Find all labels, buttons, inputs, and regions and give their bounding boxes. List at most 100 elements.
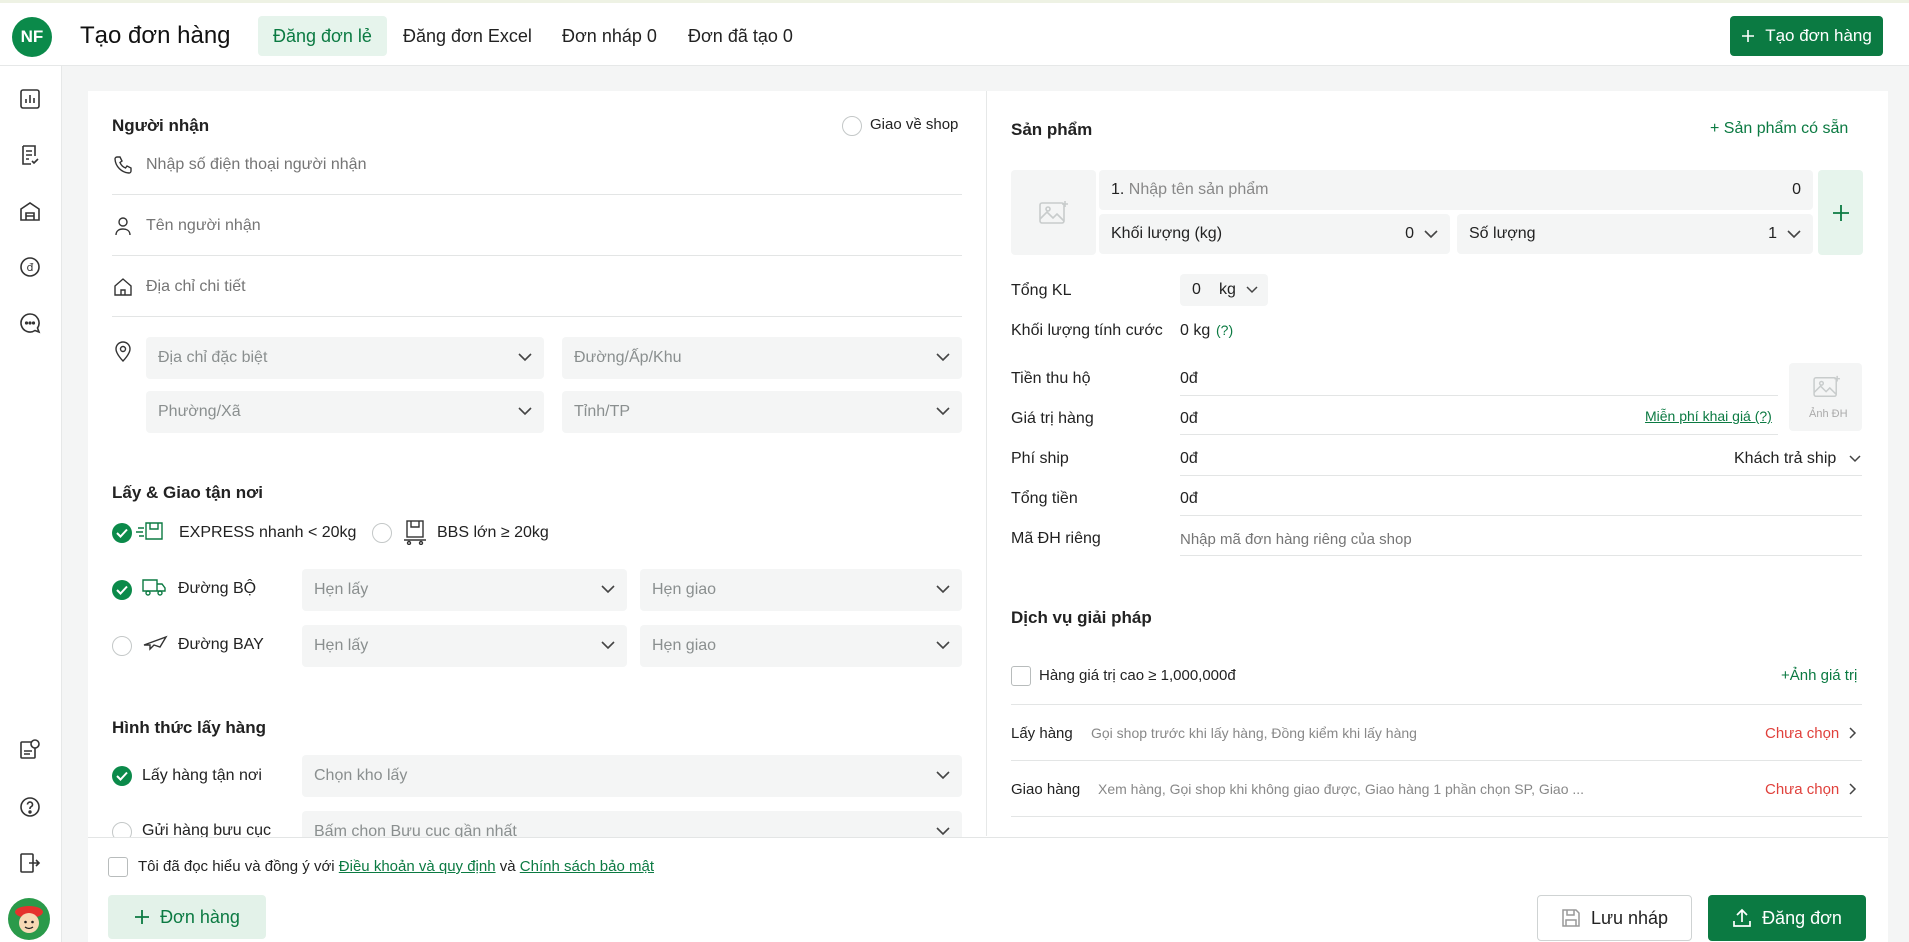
road-delivery-time-label: Hẹn giao	[652, 581, 717, 598]
total-value: 0đ	[1180, 490, 1198, 507]
road-delivery-time-select[interactable]: Hẹn giao	[640, 569, 962, 611]
check-icon	[116, 528, 128, 538]
quantity-label: Số lượng	[1469, 225, 1536, 242]
bbs-cart-icon	[404, 520, 426, 545]
total-label: Tổng tiền	[1011, 490, 1078, 507]
plus-icon: +	[1710, 120, 1724, 137]
goods-value-value[interactable]: 0đ	[1180, 410, 1198, 428]
avatar[interactable]	[8, 898, 50, 940]
tab-single-order[interactable]: Đăng đơn lẻ	[258, 16, 387, 56]
pickup-at-door-radio[interactable]	[112, 766, 132, 786]
logo[interactable]: NF	[12, 17, 52, 57]
phone-input[interactable]	[146, 150, 956, 180]
province-select[interactable]: Tỉnh/TP	[562, 391, 962, 433]
ship-payer-select[interactable]: Khách trả ship	[1734, 450, 1861, 468]
bbs-radio[interactable]	[372, 523, 392, 543]
air-radio[interactable]	[112, 636, 132, 656]
chevron-down-icon	[1787, 230, 1801, 239]
product-name-field[interactable]: 1. Nhập tên sản phẩm 0	[1099, 170, 1813, 210]
delivery-service-label: Giao hàng	[1011, 781, 1081, 798]
submit-order-button[interactable]: Đăng đơn	[1708, 895, 1866, 941]
street-select[interactable]: Đường/Ấp/Khu	[562, 337, 962, 379]
delivery-service-desc: Xem hàng, Gọi shop khi không giao được, …	[1098, 781, 1585, 797]
order-photo-box[interactable]: Ảnh ĐH	[1789, 363, 1862, 431]
own-code-input[interactable]	[1180, 525, 1860, 553]
logout-icon[interactable]	[15, 848, 45, 878]
free-declare-link[interactable]: Miễn phí khai giá (?)	[1645, 408, 1772, 424]
charge-weight-label: Khối lượng tính cước	[1011, 322, 1163, 339]
tab-drafts[interactable]: Đơn nháp 0	[547, 16, 672, 56]
chevron-right-icon	[1849, 727, 1857, 739]
chevron-right-icon	[1849, 783, 1857, 795]
ward-select[interactable]: Phường/Xã	[146, 391, 544, 433]
plus-icon	[1742, 30, 1755, 42]
help-icon[interactable]	[15, 792, 45, 822]
road-pickup-time-label: Hẹn lấy	[314, 581, 369, 598]
terms-link[interactable]: Điều khoản và quy định	[339, 858, 496, 875]
product-index: 1.	[1111, 181, 1125, 198]
warehouse-icon[interactable]	[15, 196, 45, 226]
pickup-service-desc: Gọi shop trước khi lấy hàng, Đồng kiểm k…	[1091, 725, 1417, 741]
road-label: Đường BỘ	[178, 580, 257, 597]
province-label: Tỉnh/TP	[574, 403, 631, 420]
truck-icon	[142, 579, 166, 596]
agree-checkbox[interactable]	[108, 857, 128, 877]
warehouse-select[interactable]: Chọn kho lấy	[302, 755, 962, 797]
location-pin-icon	[115, 341, 131, 362]
tab-created-orders[interactable]: Đơn đã tạo 0	[673, 16, 808, 56]
top-bar: NF Tạo đơn hàng Đăng đơn lẻ Đăng đơn Exc…	[0, 0, 1909, 66]
delivery-service-status[interactable]: Chưa chọn	[1765, 781, 1839, 798]
add-order-button[interactable]: Đơn hàng	[108, 895, 266, 939]
special-address-select[interactable]: Địa chỉ đặc biệt	[146, 337, 544, 379]
available-products-link[interactable]: + Sản phẩm có sẵn	[1710, 120, 1848, 138]
air-pickup-time-select[interactable]: Hẹn lấy	[302, 625, 627, 667]
image-icon	[1038, 200, 1068, 224]
money-icon[interactable]: đ	[15, 252, 45, 282]
image-icon	[1813, 375, 1840, 397]
plus-icon	[135, 910, 150, 924]
save-icon	[1562, 909, 1580, 927]
agree-text: Tôi đã đọc hiểu và đồng ý với Điều khoản…	[138, 858, 654, 875]
warehouse-select-label: Chọn kho lấy	[314, 767, 408, 784]
road-pickup-time-select[interactable]: Hẹn lấy	[302, 569, 627, 611]
total-weight-unit-select[interactable]: 0 kg	[1180, 274, 1268, 306]
product-name-placeholder: Nhập tên sản phẩm	[1128, 181, 1269, 198]
services-section-title: Dịch vụ giải pháp	[1011, 608, 1152, 627]
home-icon	[114, 278, 132, 296]
tab-excel-order[interactable]: Đăng đơn Excel	[388, 16, 547, 56]
products-section-title: Sản phẩm	[1011, 120, 1093, 139]
divider	[112, 255, 962, 256]
pickup-service-status[interactable]: Chưa chọn	[1765, 725, 1839, 742]
own-code-label: Mã ĐH riêng	[1011, 530, 1101, 547]
value-photo-link[interactable]: +Ảnh giá trị	[1781, 667, 1857, 684]
ship-payer-label: Khách trả ship	[1734, 450, 1837, 467]
privacy-link[interactable]: Chính sách bảo mật	[520, 858, 654, 875]
quantity-field[interactable]: Số lượng 1	[1457, 214, 1813, 254]
divider	[1180, 395, 1778, 396]
create-order-button[interactable]: Tạo đơn hàng	[1730, 16, 1883, 56]
chevron-down-icon	[936, 827, 950, 836]
weight-field[interactable]: Khối lượng (kg) 0	[1099, 214, 1450, 254]
chat-icon[interactable]	[15, 308, 45, 338]
high-value-checkbox[interactable]	[1011, 666, 1031, 686]
product-image-placeholder[interactable]	[1011, 170, 1096, 255]
order-list-icon[interactable]	[15, 140, 45, 170]
add-product-button[interactable]	[1818, 170, 1863, 255]
recipient-name-input[interactable]	[146, 211, 956, 241]
report-icon[interactable]	[15, 734, 45, 764]
total-weight-unit: kg	[1219, 281, 1236, 298]
chevron-down-icon	[518, 407, 532, 416]
air-delivery-time-select[interactable]: Hẹn giao	[640, 625, 962, 667]
address-input[interactable]	[146, 272, 956, 302]
deliver-to-shop-label: Giao về shop	[870, 116, 959, 133]
page-title: Tạo đơn hàng	[80, 22, 231, 49]
check-icon	[116, 771, 128, 781]
save-draft-button[interactable]: Lưu nháp	[1537, 895, 1692, 941]
deliver-to-shop-radio[interactable]	[842, 116, 862, 136]
chevron-down-icon	[1849, 455, 1861, 462]
charge-weight-help[interactable]: (?)	[1216, 322, 1233, 338]
express-radio[interactable]	[112, 523, 132, 543]
chart-icon[interactable]	[15, 84, 45, 114]
road-radio[interactable]	[112, 580, 132, 600]
cod-value[interactable]: 0đ	[1180, 370, 1198, 388]
